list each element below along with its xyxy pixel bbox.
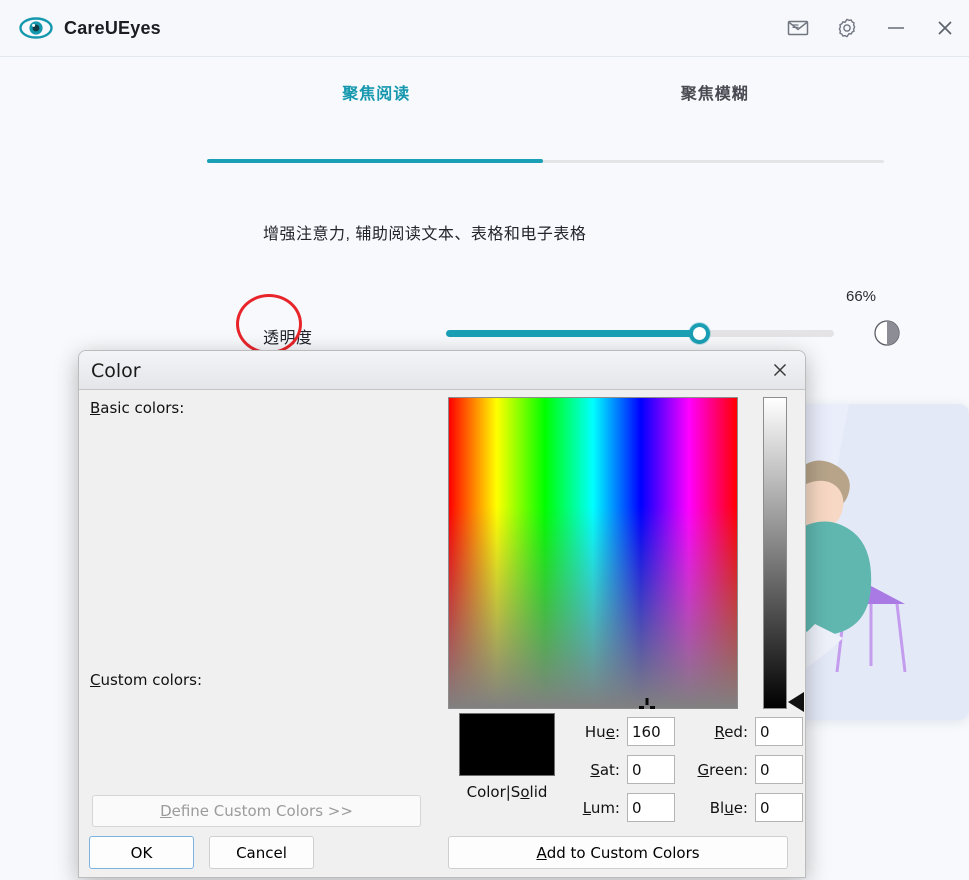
color-value-fields: Color|Solid Hue: Sat: Lum: Red: Green: bbox=[448, 713, 798, 835]
color-preview-swatch bbox=[459, 713, 555, 776]
settings-button[interactable] bbox=[822, 0, 871, 57]
tab-underline-active bbox=[207, 159, 543, 163]
contrast-icon[interactable] bbox=[873, 319, 901, 352]
sat-field-row: Sat: bbox=[558, 755, 675, 784]
red-field-row: Red: bbox=[686, 717, 803, 746]
color-preview-label-a: Color|S bbox=[467, 783, 521, 801]
eye-icon bbox=[16, 14, 56, 42]
tab-label: 聚焦模糊 bbox=[681, 86, 749, 103]
blue-field-row: Blue: bbox=[686, 793, 803, 822]
opacity-value-label: 66% bbox=[846, 288, 876, 305]
spectrum-saturation-overlay bbox=[449, 398, 737, 708]
title-bar: CareUEyes bbox=[0, 0, 969, 57]
green-field-row: Green: bbox=[686, 755, 803, 784]
hue-input[interactable] bbox=[627, 717, 675, 746]
sat-label: Sat: bbox=[558, 761, 620, 779]
hue-label: Hue: bbox=[558, 723, 620, 741]
basic-colors-legend: Basic colors: bbox=[90, 399, 184, 417]
feedback-mail-button[interactable] bbox=[773, 0, 822, 57]
tab-focus-blur[interactable]: 聚焦模糊 bbox=[546, 71, 885, 117]
add-to-custom-colors-button[interactable]: Add to Custom Colors bbox=[448, 836, 788, 869]
tab-focus-reading[interactable]: 聚焦阅读 bbox=[207, 71, 546, 117]
minimize-button[interactable] bbox=[871, 0, 920, 57]
lum-label: Lum: bbox=[558, 799, 620, 817]
sat-input[interactable] bbox=[627, 755, 675, 784]
opacity-slider-fill bbox=[446, 330, 702, 337]
basic-colors-mnemonic: B bbox=[90, 399, 100, 417]
opacity-label: 透明度 bbox=[263, 324, 313, 348]
dialog-title: Color bbox=[91, 360, 141, 382]
luminance-slider[interactable] bbox=[763, 397, 787, 709]
hue-field-row: Hue: bbox=[558, 717, 675, 746]
define-custom-colors-button[interactable]: Define Custom Colors >> bbox=[92, 795, 421, 827]
dialog-close-button[interactable] bbox=[753, 351, 806, 389]
color-preview-label-mnemonic: o bbox=[520, 783, 529, 801]
custom-colors-legend: Custom colors: bbox=[90, 671, 202, 689]
green-input[interactable] bbox=[755, 755, 803, 784]
lum-field-row: Lum: bbox=[558, 793, 675, 822]
blue-label: Blue: bbox=[686, 799, 748, 817]
color-preview-label-b: lid bbox=[530, 783, 548, 801]
titlebar-actions bbox=[773, 0, 969, 57]
ok-label: OK bbox=[131, 844, 153, 862]
red-input[interactable] bbox=[755, 717, 803, 746]
custom-colors-legend-rest: ustom colors: bbox=[100, 671, 202, 689]
blue-input[interactable] bbox=[755, 793, 803, 822]
basic-colors-legend-rest: asic colors: bbox=[100, 399, 184, 417]
tab-bar: 聚焦阅读 聚焦模糊 bbox=[207, 71, 884, 117]
app-window: CareUEyes bbox=[0, 0, 969, 880]
tab-label: 聚焦阅读 bbox=[342, 86, 410, 103]
opacity-slider-thumb[interactable] bbox=[689, 323, 710, 344]
close-button[interactable] bbox=[920, 0, 969, 57]
feature-description: 增强注意力, 辅助阅读文本、表格和电子表格 bbox=[263, 220, 586, 244]
color-spectrum-area[interactable] bbox=[448, 397, 738, 709]
lum-input[interactable] bbox=[627, 793, 675, 822]
color-picker-dialog: Color Basic colors: Custom colors: Defin… bbox=[78, 350, 806, 878]
cancel-button[interactable]: Cancel bbox=[209, 836, 314, 869]
green-label: Green: bbox=[686, 761, 748, 779]
cancel-label: Cancel bbox=[236, 844, 287, 862]
define-label-rest: efine Custom Colors >> bbox=[172, 802, 353, 820]
opacity-row: 透明度 bbox=[263, 319, 963, 349]
opacity-slider[interactable] bbox=[446, 330, 834, 337]
color-preview-label: Color|Solid bbox=[459, 783, 555, 801]
red-label: Red: bbox=[686, 723, 748, 741]
ok-button[interactable]: OK bbox=[89, 836, 194, 869]
define-mnemonic: D bbox=[160, 802, 172, 820]
custom-colors-mnemonic: C bbox=[90, 671, 100, 689]
dialog-title-bar: Color bbox=[79, 351, 806, 390]
app-title: CareUEyes bbox=[64, 18, 161, 39]
add-mnemonic: A bbox=[536, 844, 546, 862]
add-label-rest: dd to Custom Colors bbox=[547, 844, 700, 862]
